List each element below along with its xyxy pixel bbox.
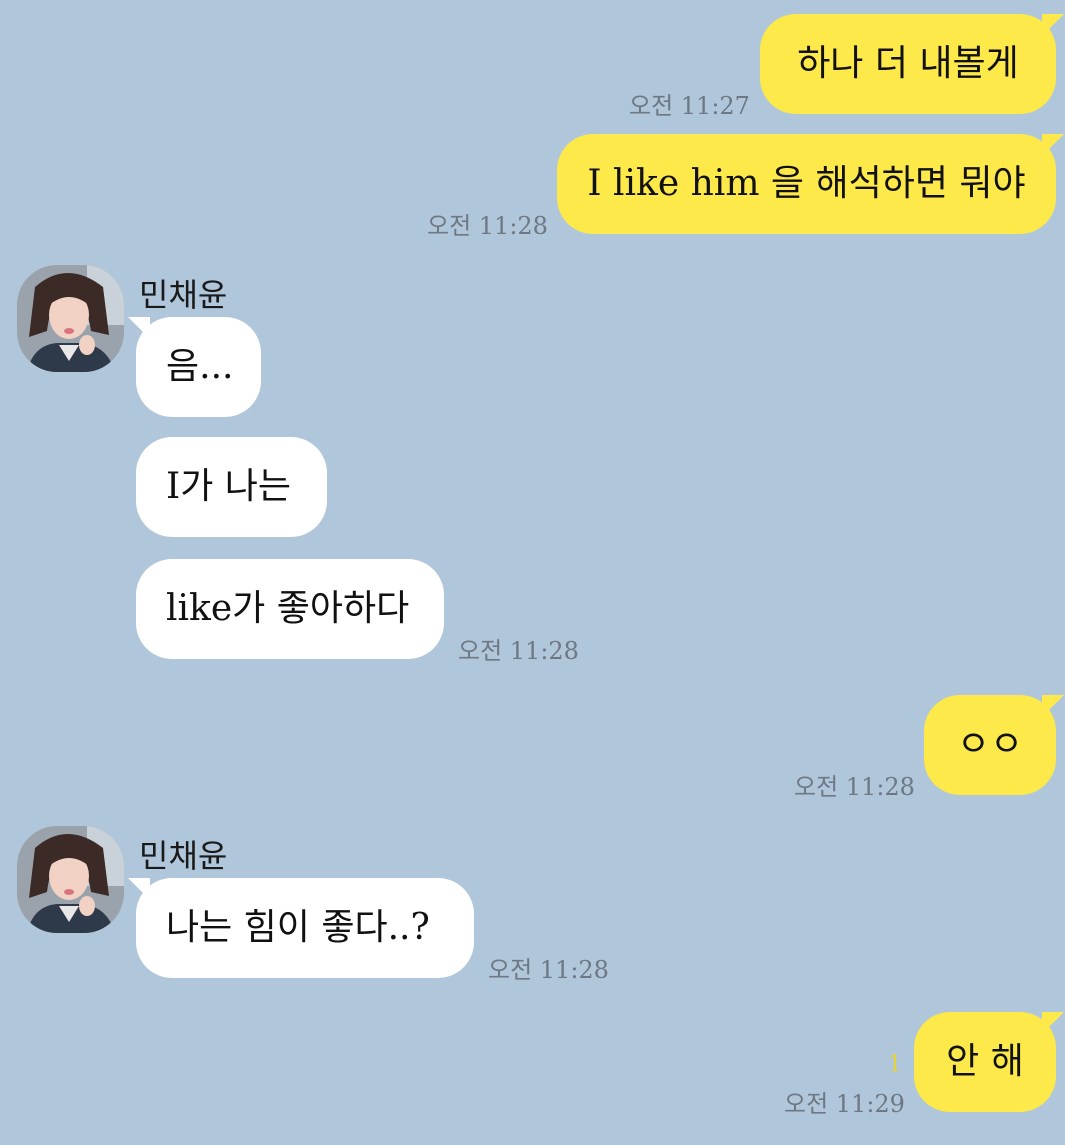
- their-message-bubble[interactable]: I가 나는: [136, 437, 327, 537]
- message-time: 오전 11:29: [784, 1090, 905, 1118]
- my-message-bubble[interactable]: 안 해: [914, 1012, 1064, 1112]
- message-text: I like him 을 해석하면 뭐야: [587, 163, 1026, 204]
- bubble-tail: [128, 317, 150, 339]
- contact-avatar[interactable]: [17, 265, 124, 372]
- message-text: I가 나는: [166, 466, 292, 507]
- contact-avatar[interactable]: [17, 826, 124, 933]
- bubble-tail: [1042, 134, 1064, 156]
- message-time: 오전 11:28: [427, 212, 548, 240]
- their-message-bubble[interactable]: 나는 힘이 좋다..?: [128, 878, 474, 978]
- my-message-bubble[interactable]: I like him 을 해석하면 뭐야: [557, 134, 1064, 234]
- bubble-tail: [1042, 14, 1064, 36]
- their-message-bubble[interactable]: 음...: [128, 317, 261, 417]
- message-time: 오전 11:28: [488, 956, 609, 984]
- bubble-tail: [1042, 1012, 1064, 1034]
- message-text: ㅇㅇ: [956, 724, 1024, 765]
- message-text: 음...: [166, 346, 234, 387]
- bubble-tail: [1042, 695, 1064, 717]
- sender-name: 민채윤: [139, 837, 228, 875]
- message-text: 나는 힘이 좋다..?: [166, 907, 430, 948]
- bubble-tail: [128, 878, 150, 900]
- message-time: 오전 11:28: [794, 773, 915, 801]
- sender-name: 민채윤: [139, 276, 228, 314]
- message-time: 오전 11:27: [629, 92, 750, 120]
- message-text: like가 좋아하다: [166, 588, 410, 629]
- their-message-bubble[interactable]: like가 좋아하다: [136, 559, 444, 659]
- my-message-bubble[interactable]: 하나 더 내볼게: [760, 14, 1064, 114]
- message-time: 오전 11:28: [458, 637, 579, 665]
- message-text: 안 해: [946, 1041, 1024, 1082]
- message-text: 하나 더 내볼게: [797, 43, 1019, 84]
- my-message-bubble[interactable]: ㅇㅇ: [924, 695, 1064, 795]
- unread-count: 1: [888, 1052, 902, 1077]
